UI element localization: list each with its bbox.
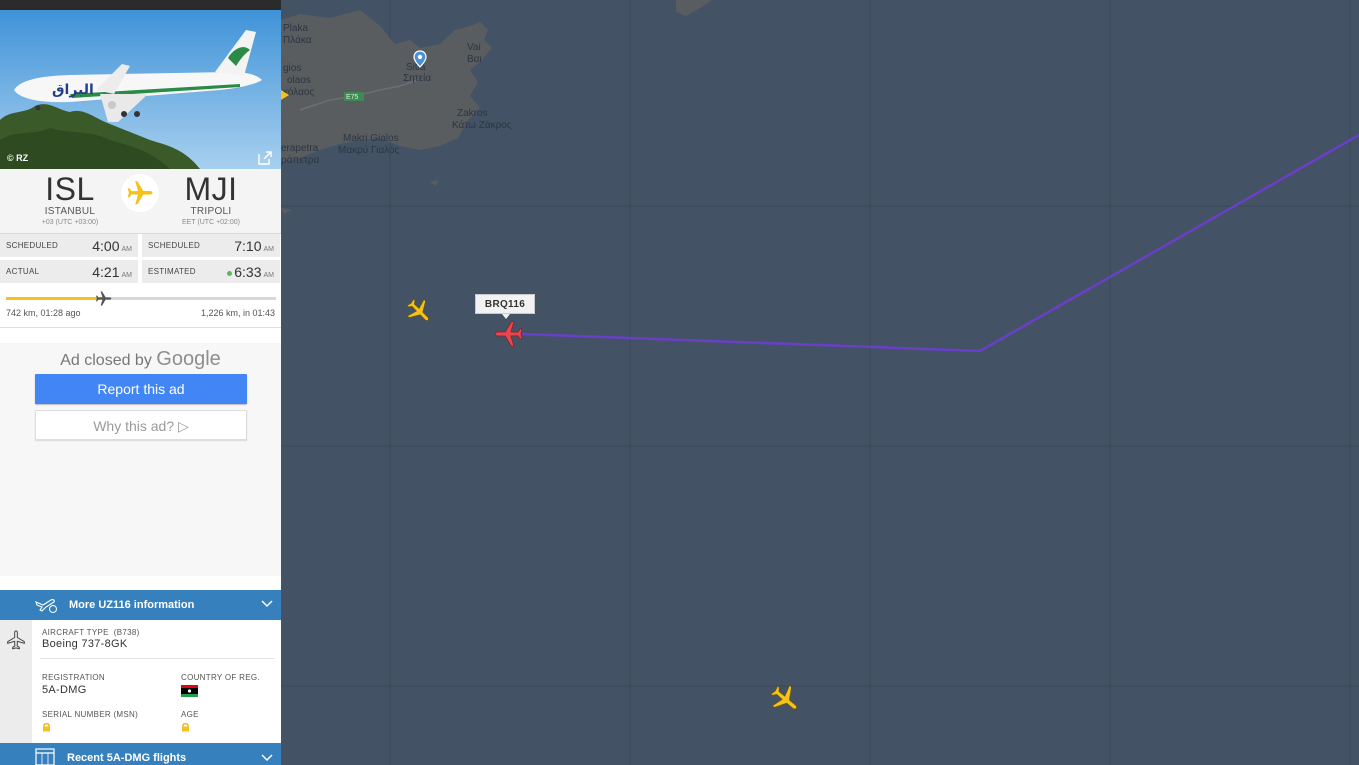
arr-estimated-label: ESTIMATED xyxy=(148,267,196,276)
destination-airport[interactable]: MJI TRIPOLI EET (UTC +02:00) xyxy=(141,171,281,229)
distance-flown: 742 km, 01:28 ago xyxy=(6,308,81,318)
svg-text:البراق: البراق xyxy=(52,82,94,98)
origin-airport[interactable]: ISL ISTANBUL +03 (UTC +03:00) xyxy=(0,171,140,229)
age-label: AGE xyxy=(181,710,199,719)
map-label-agios: gios xyxy=(283,63,302,74)
map-label-sitia-greek: Σητεία xyxy=(403,73,432,84)
map-label-nikolaos: olaos xyxy=(287,75,311,86)
aircraft-details: AIRCRAFT TYPE (B738) Boeing 737-8GK REGI… xyxy=(0,620,281,743)
why-this-ad-button[interactable]: Why this ad? ▷ xyxy=(35,410,247,440)
msn-label: SERIAL NUMBER (MSN) xyxy=(42,710,139,719)
divider xyxy=(40,658,275,659)
distance-remaining: 1,226 km, in 01:43 xyxy=(200,308,275,318)
route-section: ISL ISTANBUL +03 (UTC +03:00) MJI TRIPOL… xyxy=(0,169,281,234)
report-ad-button[interactable]: Report this ad xyxy=(35,374,247,404)
status-dot-icon xyxy=(227,270,233,276)
arr-estimated-ampm: AM xyxy=(263,272,275,279)
photo-credit[interactable]: © RZ xyxy=(7,153,28,163)
progress-plane-icon xyxy=(95,291,112,306)
route-plane-icon xyxy=(121,174,159,212)
aircraft-type-icon xyxy=(7,630,25,650)
aircraft-photo-image: البراق xyxy=(0,10,281,169)
chevron-down-icon xyxy=(261,754,273,762)
aircraft-icon[interactable] xyxy=(405,297,433,325)
departure-scheduled: SCHEDULED 4:00 AM xyxy=(0,234,138,257)
map-label-ierapetra-greek: ράπετρα xyxy=(281,155,320,166)
arr-estimated-time: 6:33 xyxy=(234,264,262,280)
map-label-plaka-greek: Πλάκα xyxy=(283,35,312,46)
dep-actual-label: ACTUAL xyxy=(6,267,40,276)
origin-city: ISTANBUL xyxy=(44,206,96,217)
map-label-vai-greek: Βαι xyxy=(467,54,482,65)
recent-flights-label: Recent 5A-DMG flights xyxy=(67,752,187,764)
aircraft-type-label: AIRCRAFT TYPE (B738) xyxy=(42,628,140,637)
dep-scheduled-time: 4:00 xyxy=(92,238,120,254)
dep-scheduled-label: SCHEDULED xyxy=(6,241,59,250)
calendar-icon xyxy=(35,748,55,765)
libya-flag-icon xyxy=(181,685,198,697)
lock-icon xyxy=(43,723,50,732)
country-label: COUNTRY OF REG. xyxy=(181,673,260,682)
selected-aircraft-icon[interactable] xyxy=(494,319,524,349)
origin-timezone: +03 (UTC +03:00) xyxy=(41,219,99,226)
registration-label: REGISTRATION xyxy=(42,673,106,682)
destination-timezone: EET (UTC +02:00) xyxy=(181,219,241,226)
flight-info-panel: البراق © RZ ISL ISTANBUL +03 (UTC +03:00… xyxy=(0,0,281,765)
arr-scheduled-ampm: AM xyxy=(263,246,275,253)
more-info-header[interactable]: More UZ116 information xyxy=(0,590,281,620)
dep-scheduled-ampm: AM xyxy=(121,246,133,253)
aircraft-icon[interactable] xyxy=(769,683,801,715)
road-label: E75 xyxy=(346,94,359,101)
island-north xyxy=(676,0,712,16)
expand-photo-icon[interactable] xyxy=(257,150,273,166)
map-label-zakros: Zakros xyxy=(457,108,488,119)
ad-area: Ad closed by Google Report this ad Why t… xyxy=(0,343,281,576)
recent-flights-header[interactable]: Recent 5A-DMG flights xyxy=(0,743,281,765)
google-logo: Google xyxy=(156,348,221,370)
progress-bar xyxy=(6,291,276,306)
arrival-estimated: ESTIMATED 6:33 AM xyxy=(142,260,280,283)
registration-value: 5A-DMG xyxy=(42,684,87,696)
chevron-down-icon xyxy=(261,600,273,608)
times-section: SCHEDULED 4:00 AM SCHEDULED 7:10 AM ACTUAL… xyxy=(0,234,281,284)
destination-city: TRIPOLI xyxy=(190,206,232,217)
dep-actual-ampm: AM xyxy=(121,272,133,279)
arrival-scheduled: SCHEDULED 7:10 AM xyxy=(142,234,280,257)
callsign-label[interactable]: BRQ116 xyxy=(475,294,535,319)
map-label-zakros-greek: Κάτω Ζάκρος xyxy=(452,120,512,131)
ad-closed-text: Ad closed by Google xyxy=(0,348,281,371)
more-info-label: More UZ116 information xyxy=(69,599,195,611)
departure-actual: ACTUAL 4:21 AM xyxy=(0,260,138,283)
flight-info-icon xyxy=(35,599,57,613)
progress-fill xyxy=(6,297,102,300)
destination-code: MJI xyxy=(184,171,238,207)
flight-track xyxy=(521,133,1359,353)
arr-scheduled-time: 7:10 xyxy=(234,238,262,254)
map-label-plaka: Plaka xyxy=(283,23,309,34)
lock-icon xyxy=(182,723,189,732)
map-label-vai: Vai xyxy=(467,42,481,53)
origin-code: ISL xyxy=(45,171,95,207)
ad-closed-prefix: Ad closed by xyxy=(60,352,152,369)
panel-header-bar xyxy=(0,0,281,10)
dep-actual-time: 4:21 xyxy=(92,264,120,280)
map-label-makri-gialos-greek: Μακρύ Γιαλός xyxy=(338,145,400,156)
flight-progress: 742 km, 01:28 ago 1,226 km, in 01:43 xyxy=(0,285,281,328)
aircraft-type-code: (B738) xyxy=(113,628,140,637)
location-pin-icon[interactable] xyxy=(413,50,427,68)
arr-scheduled-label: SCHEDULED xyxy=(148,241,201,250)
map-label-makri-gialos: Makri Gialos xyxy=(343,133,399,144)
details-sidebar xyxy=(0,620,32,743)
map-label-ierapetra: erapetra xyxy=(281,143,319,154)
aircraft-photo[interactable]: البراق © RZ xyxy=(0,10,281,169)
islet-2 xyxy=(281,208,292,214)
islet xyxy=(430,180,438,186)
aircraft-type-value: Boeing 737-8GK xyxy=(42,638,128,650)
